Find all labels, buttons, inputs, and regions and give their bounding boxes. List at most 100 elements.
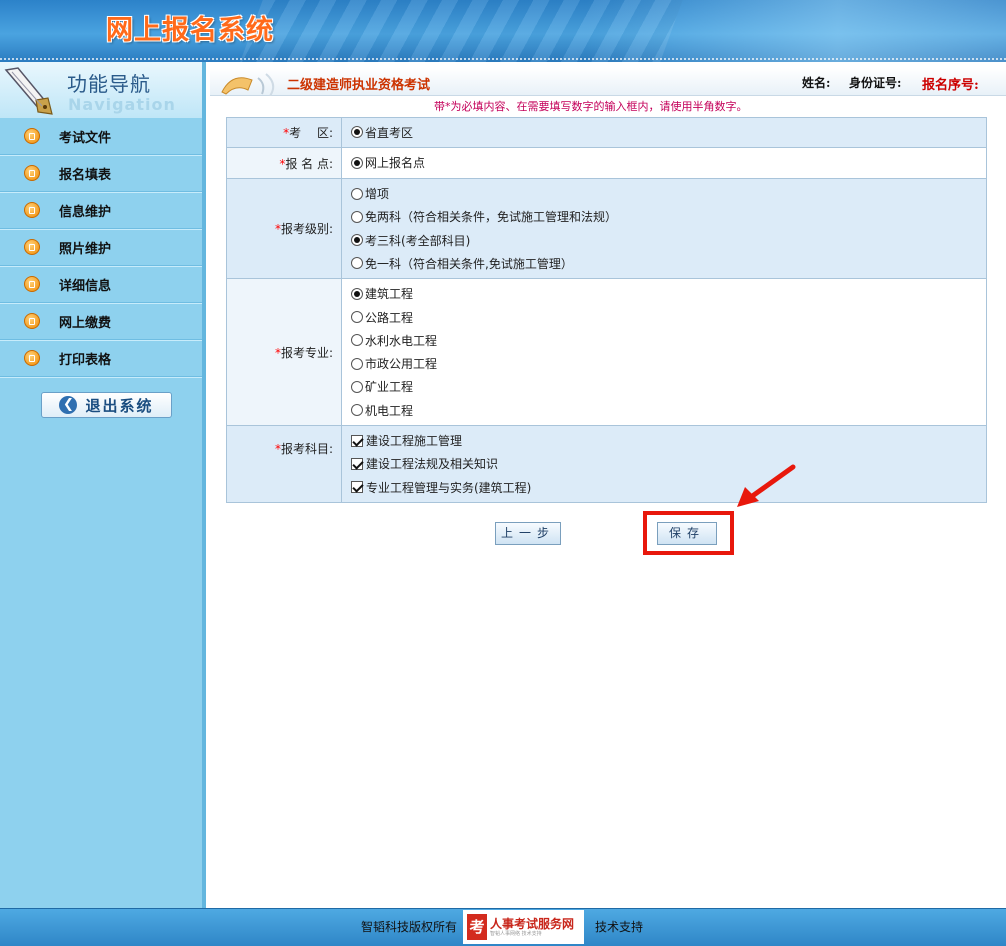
level-option-exempt-two[interactable]: 免两科（符合相关条件，免试施工管理和法规）	[351, 205, 986, 228]
logo-subtext: 智韬人事网络 技术支持	[490, 930, 542, 937]
site-option[interactable]: 网上报名点	[351, 151, 986, 174]
copyright-text: 智韬科技版权所有	[361, 920, 458, 934]
field-label-major: *报考专业:	[226, 278, 342, 426]
option-label: 市政公用工程	[365, 357, 438, 372]
sidebar-item-label: 报名填表	[59, 167, 112, 183]
form-row-site: *报 名 点: 网上报名点	[226, 147, 987, 179]
level-option-three-subjects[interactable]: 考三科(考全部科目)	[351, 229, 986, 252]
sidebar-item-registration-form[interactable]: 报名填表	[0, 155, 202, 192]
nav-header: 功能导航 Navigation	[0, 62, 202, 118]
radio-button[interactable]	[351, 380, 363, 393]
major-option-electromechanical[interactable]: 机电工程	[351, 399, 986, 422]
sidebar-item-exam-files[interactable]: 考试文件	[0, 118, 202, 155]
radio-button[interactable]	[351, 126, 363, 139]
registration-form: *考 区: 省直考区 *报 名 点: 网上报名点 *报考级别: 增项 免两科（符…	[226, 117, 987, 503]
field-label-text: 报考级别:	[280, 222, 333, 236]
option-label: 建设工程法规及相关知识	[366, 457, 499, 472]
registration-number-label: 报名序号:	[922, 78, 979, 93]
banner-glow	[586, 0, 1006, 62]
checkbox[interactable]	[351, 481, 363, 494]
form-row-region: *考 区: 省直考区	[226, 117, 987, 148]
checkbox[interactable]	[351, 457, 363, 470]
major-option-water[interactable]: 水利水电工程	[351, 329, 986, 352]
sidebar-item-label: 详细信息	[59, 278, 112, 294]
radio-button[interactable]	[351, 187, 363, 200]
sidebar-item-label: 打印表格	[59, 352, 112, 368]
option-label: 免两科（符合相关条件，免试施工管理和法规）	[365, 210, 618, 225]
major-option-municipal[interactable]: 市政公用工程	[351, 352, 986, 375]
name-label: 姓名:	[802, 76, 831, 90]
logout-label: 退出系统	[85, 396, 154, 415]
radio-button[interactable]	[351, 357, 363, 370]
option-label: 专业工程管理与实务(建筑工程)	[366, 480, 532, 495]
field-value-level: 增项 免两科（符合相关条件，免试施工管理和法规） 考三科(考全部科目) 免一科（…	[341, 178, 987, 279]
nav-subtitle: Navigation	[68, 95, 176, 114]
option-label: 省直考区	[365, 125, 414, 140]
logo-text: 人事考试服务网	[490, 916, 575, 931]
sidebar-item-online-payment[interactable]: 网上缴费	[0, 303, 202, 340]
level-option-exempt-one[interactable]: 免一科（符合相关条件,免试施工管理）	[351, 252, 986, 275]
radio-button[interactable]	[351, 404, 363, 417]
option-label: 机电工程	[365, 403, 414, 418]
logout-button[interactable]: ❮ 退出系统	[41, 392, 172, 418]
radio-button[interactable]	[351, 287, 363, 300]
option-label: 免一科（符合相关条件,免试施工管理）	[365, 256, 573, 271]
sidebar-item-info-maintenance[interactable]: 信息维护	[0, 192, 202, 229]
radio-button[interactable]	[351, 311, 363, 324]
field-label-region: *考 区:	[226, 117, 342, 148]
field-value-subjects: 建设工程施工管理 建设工程法规及相关知识 专业工程管理与实务(建筑工程)	[341, 425, 987, 503]
save-button[interactable]: 保存	[657, 522, 717, 545]
option-label: 建筑工程	[365, 287, 414, 302]
option-label: 增项	[365, 187, 390, 202]
radio-button[interactable]	[351, 234, 363, 247]
level-option-add-item[interactable]: 增项	[351, 182, 986, 205]
option-label: 建设工程施工管理	[366, 434, 463, 449]
option-label: 水利水电工程	[365, 333, 438, 348]
tech-support-text: 技术支持	[595, 920, 644, 934]
banner-dotted-line	[0, 58, 1006, 60]
top-banner: 网上报名系统	[0, 0, 1006, 62]
nav-title: 功能导航	[67, 72, 151, 96]
field-value-region: 省直考区	[341, 117, 987, 148]
id-number-label: 身份证号:	[849, 76, 902, 90]
required-notice: 带*为必填内容、在需要填写数字的输入框内，请使用半角数字。	[434, 100, 748, 113]
sidebar: 功能导航 Navigation 考试文件 报名填表 信息维护 照片维护 详细信息…	[0, 62, 206, 908]
sidebar-item-details[interactable]: 详细信息	[0, 266, 202, 303]
document-icon	[24, 313, 40, 329]
field-label-subjects: *报考科目:	[226, 425, 342, 503]
field-label-text: 报考专业:	[280, 345, 333, 360]
field-label-level: *报考级别:	[226, 178, 342, 279]
field-value-site: 网上报名点	[341, 147, 987, 179]
major-option-mining[interactable]: 矿业工程	[351, 375, 986, 398]
document-icon	[24, 202, 40, 218]
back-arrow-icon: ❮	[59, 396, 78, 414]
major-option-highway[interactable]: 公路工程	[351, 305, 986, 328]
form-row-subjects: *报考科目: 建设工程施工管理 建设工程法规及相关知识 专业工程管理与实务(建筑…	[226, 425, 987, 503]
subject-option-practice[interactable]: 专业工程管理与实务(建筑工程)	[351, 476, 986, 499]
subject-option-construction-management[interactable]: 建设工程施工管理	[351, 429, 986, 452]
sidebar-item-label: 网上缴费	[59, 315, 112, 331]
pen-nib-icon	[4, 67, 53, 115]
field-label-text: 报考科目:	[280, 442, 333, 456]
sidebar-item-photo-maintenance[interactable]: 照片维护	[0, 229, 202, 266]
field-label-site: *报 名 点:	[226, 147, 342, 179]
sidebar-item-label: 考试文件	[59, 130, 112, 146]
sidebar-item-print-form[interactable]: 打印表格	[0, 340, 202, 377]
app-title: 网上报名系统	[106, 15, 274, 46]
subject-option-regulations[interactable]: 建设工程法规及相关知识	[351, 452, 986, 475]
form-row-major: *报考专业: 建筑工程 公路工程 水利水电工程 市政公用工程 矿业工程 机电工程	[226, 278, 987, 426]
field-value-major: 建筑工程 公路工程 水利水电工程 市政公用工程 矿业工程 机电工程	[341, 278, 987, 426]
exam-logo-icon: 考	[467, 914, 487, 940]
radio-button[interactable]	[351, 334, 363, 347]
radio-button[interactable]	[351, 210, 363, 223]
exam-title: 二级建造师执业资格考试	[287, 78, 431, 93]
document-icon	[24, 128, 40, 144]
form-row-level: *报考级别: 增项 免两科（符合相关条件，免试施工管理和法规） 考三科(考全部科…	[226, 178, 987, 279]
major-option-building[interactable]: 建筑工程	[351, 282, 986, 305]
radio-button[interactable]	[351, 257, 363, 270]
checkbox[interactable]	[351, 434, 363, 447]
previous-step-button[interactable]: 上一步	[495, 522, 561, 545]
radio-button[interactable]	[351, 156, 363, 169]
region-option[interactable]: 省直考区	[351, 121, 986, 144]
field-label-text: 考 区:	[289, 126, 333, 140]
